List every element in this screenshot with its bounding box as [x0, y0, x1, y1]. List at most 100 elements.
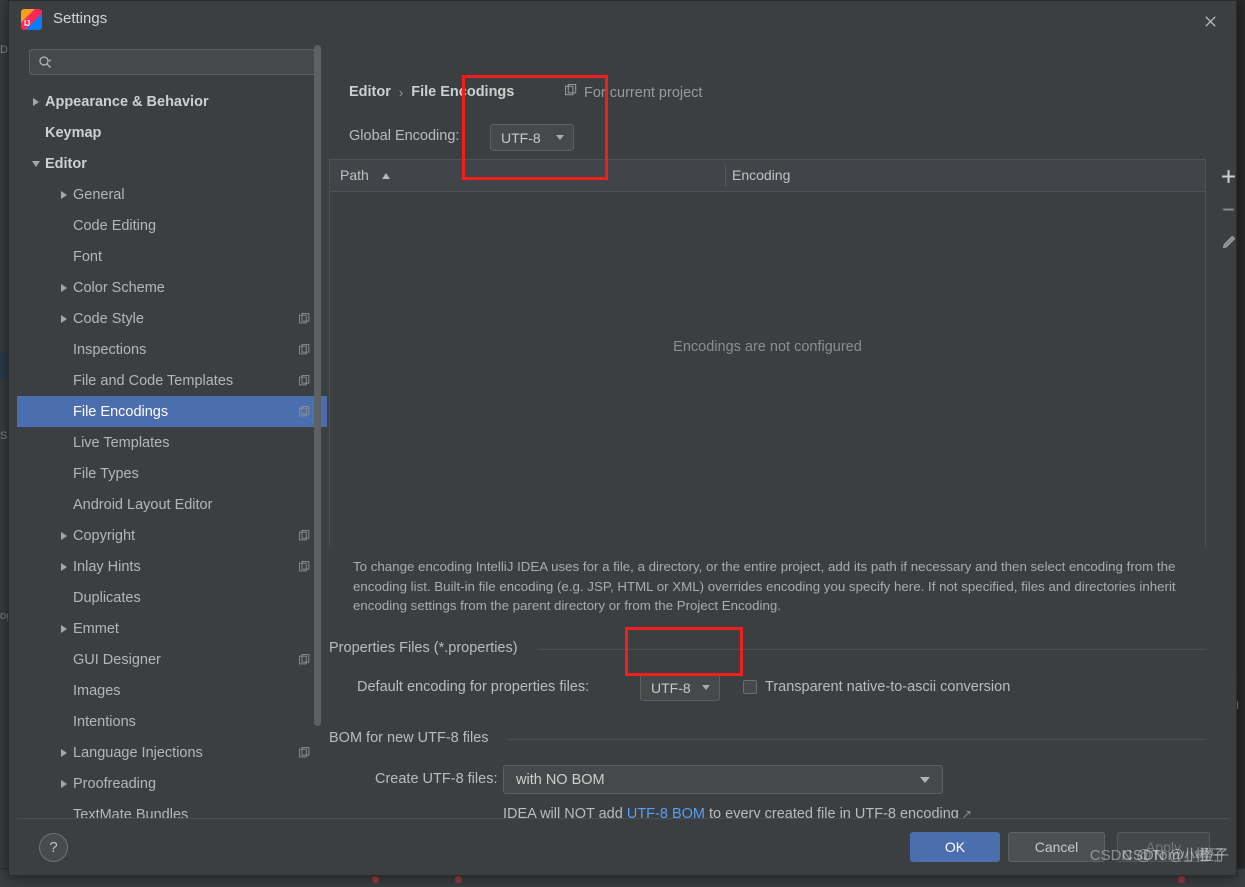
- copy-project-icon: [299, 312, 311, 330]
- table-body: Encodings are not configured: [330, 192, 1205, 547]
- background-marker: [372, 876, 379, 883]
- settings-tree: Appearance & Behavior KeymapEditor General…: [17, 86, 327, 821]
- sidebar-item-file-and-code-templates[interactable]: File and Code Templates: [17, 365, 327, 396]
- chevron-down-icon[interactable]: [27, 161, 45, 167]
- breadcrumb: Editor › File Encodings: [349, 84, 514, 100]
- sidebar-item-file-types[interactable]: File Types: [17, 458, 327, 489]
- encodings-table: Path Encoding Encodings are not configur…: [329, 159, 1206, 547]
- sort-ascending-icon: [382, 173, 390, 179]
- dialog-footer: ? OK Cancel Apply: [17, 818, 1230, 875]
- chevron-right-icon[interactable]: [55, 563, 73, 571]
- cancel-button[interactable]: Cancel: [1008, 832, 1105, 862]
- chevron-right-icon[interactable]: [55, 191, 73, 199]
- background-marker: [455, 876, 462, 883]
- breadcrumb-current: File Encodings: [411, 84, 514, 100]
- chevron-right-icon[interactable]: [55, 780, 73, 788]
- sidebar-item-copyright[interactable]: Copyright: [17, 520, 327, 551]
- sidebar-item-code-style[interactable]: Code Style: [17, 303, 327, 334]
- sidebar-item-images[interactable]: Images: [17, 675, 327, 706]
- transparent-native-to-ascii-checkbox[interactable]: [743, 680, 757, 694]
- properties-group-title: Properties Files (*.properties): [329, 640, 526, 656]
- transparent-native-to-ascii-label[interactable]: Transparent native-to-ascii conversion: [765, 679, 1010, 695]
- properties-group-divider: [539, 649, 1205, 650]
- sidebar-item-label: Duplicates: [73, 590, 141, 606]
- sidebar-item-intentions[interactable]: Intentions: [17, 706, 327, 737]
- add-row-button[interactable]: [1215, 163, 1241, 189]
- table-header-encoding[interactable]: Encoding: [732, 167, 790, 183]
- chevron-right-icon[interactable]: [55, 532, 73, 540]
- copy-project-icon: [299, 560, 311, 578]
- sidebar-item-file-encodings[interactable]: File Encodings: [17, 396, 327, 427]
- chevron-down-icon: [702, 685, 710, 690]
- sidebar-item-proofreading[interactable]: Proofreading: [17, 768, 327, 799]
- remove-row-button[interactable]: [1215, 196, 1241, 222]
- table-toolbar: [1207, 159, 1245, 547]
- encodings-hint-text: To change encoding IntelliJ IDEA uses fo…: [353, 557, 1208, 616]
- settings-dialog: IJ Settings A: [8, 0, 1237, 876]
- sidebar-item-label: Inlay Hints: [73, 559, 141, 575]
- for-current-project-badge: For current project: [565, 84, 702, 101]
- chevron-right-icon[interactable]: [55, 625, 73, 633]
- global-encoding-label: Global Encoding:: [349, 128, 459, 144]
- table-header-row: Path Encoding: [330, 160, 1205, 192]
- copy-project-icon: [299, 405, 311, 423]
- chevron-right-icon[interactable]: [55, 749, 73, 757]
- chevron-right-icon[interactable]: [55, 315, 73, 323]
- sidebar-item-label: Android Layout Editor: [73, 497, 212, 513]
- sidebar-item-label: Code Editing: [73, 218, 156, 234]
- breadcrumb-parent[interactable]: Editor: [349, 84, 391, 100]
- apply-button[interactable]: Apply: [1117, 832, 1210, 862]
- sidebar-item-label: Appearance & Behavior: [45, 94, 209, 110]
- sidebar-item-color-scheme[interactable]: Color Scheme: [17, 272, 327, 303]
- properties-encoding-dropdown[interactable]: UTF-8: [640, 674, 720, 701]
- intellij-idea-icon: IJ: [21, 9, 42, 30]
- sidebar-item-appearance-behavior[interactable]: Appearance & Behavior: [17, 86, 327, 117]
- sidebar-item-label: Live Templates: [73, 435, 169, 451]
- sidebar-item-label: Intentions: [73, 714, 136, 730]
- bom-group-title: BOM for new UTF-8 files: [329, 730, 497, 746]
- bom-group-divider: [509, 739, 1205, 740]
- sidebar-item-duplicates[interactable]: Duplicates: [17, 582, 327, 613]
- help-button[interactable]: ?: [39, 833, 68, 862]
- global-encoding-dropdown[interactable]: UTF-8: [490, 124, 574, 151]
- create-utf8-files-dropdown[interactable]: with NO BOM: [503, 765, 943, 794]
- sidebar-item-editor[interactable]: Editor: [17, 148, 327, 179]
- sidebar-scrollbar-thumb[interactable]: [314, 45, 321, 726]
- sidebar-item-label: File and Code Templates: [73, 373, 233, 389]
- column-divider[interactable]: [725, 165, 726, 186]
- search-box[interactable]: [29, 49, 315, 75]
- edit-row-button[interactable]: [1215, 229, 1241, 255]
- sidebar-item-code-editing[interactable]: Code Editing: [17, 210, 327, 241]
- chevron-down-icon: [556, 135, 564, 140]
- table-header-path[interactable]: Path: [340, 167, 369, 183]
- sidebar-item-general[interactable]: General: [17, 179, 327, 210]
- chevron-right-icon[interactable]: [27, 98, 45, 106]
- ok-button[interactable]: OK: [910, 832, 1000, 862]
- sidebar-item-label: Language Injections: [73, 745, 203, 761]
- for-current-project-label: For current project: [584, 85, 702, 101]
- sidebar-item-label: Font: [73, 249, 102, 265]
- sidebar-item-label: GUI Designer: [73, 652, 161, 668]
- sidebar-item-font[interactable]: Font: [17, 241, 327, 272]
- copy-project-icon: [299, 374, 311, 392]
- copy-project-icon: [299, 529, 311, 547]
- sidebar-item-inspections[interactable]: Inspections: [17, 334, 327, 365]
- sidebar-item-label: Copyright: [73, 528, 135, 544]
- sidebar-item-label: Code Style: [73, 311, 144, 327]
- close-icon[interactable]: [1198, 9, 1222, 33]
- global-encoding-value: UTF-8: [501, 130, 541, 146]
- sidebar-item-label: General: [73, 187, 125, 203]
- sidebar-item-live-templates[interactable]: Live Templates: [17, 427, 327, 458]
- copy-project-icon: [299, 653, 311, 671]
- sidebar-scrollbar-track[interactable]: [317, 42, 324, 771]
- sidebar-item-gui-designer[interactable]: GUI Designer: [17, 644, 327, 675]
- sidebar-item-inlay-hints[interactable]: Inlay Hints: [17, 551, 327, 582]
- search-input[interactable]: [60, 50, 314, 76]
- chevron-down-icon: [920, 777, 930, 783]
- chevron-right-icon[interactable]: [55, 284, 73, 292]
- sidebar-item-android-layout-editor[interactable]: Android Layout Editor: [17, 489, 327, 520]
- search-icon: [38, 55, 53, 75]
- sidebar-item-emmet[interactable]: Emmet: [17, 613, 327, 644]
- sidebar-item-keymap[interactable]: Keymap: [17, 117, 327, 148]
- sidebar-item-language-injections[interactable]: Language Injections: [17, 737, 327, 768]
